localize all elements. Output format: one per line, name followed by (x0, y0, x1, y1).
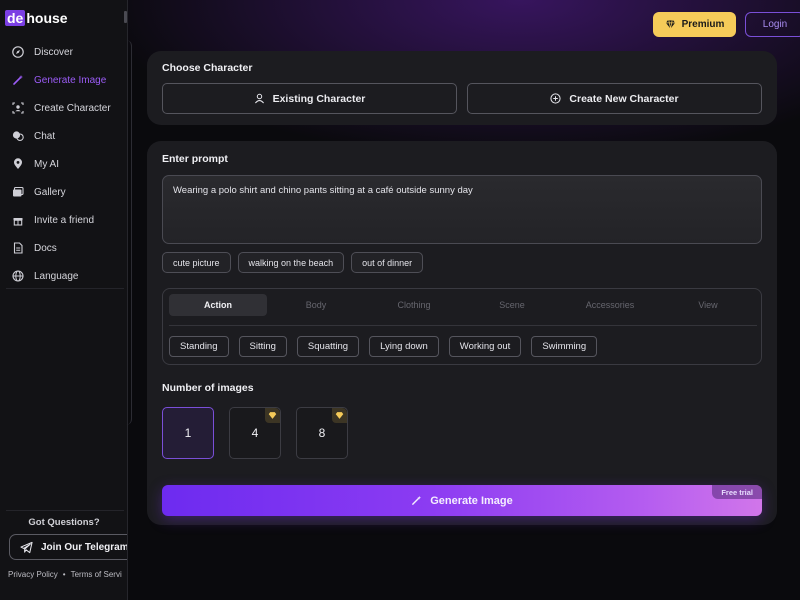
num-images-value: 8 (318, 426, 326, 440)
num-images-value: 4 (251, 426, 259, 440)
user-frame-icon (11, 102, 24, 115)
login-button[interactable]: Login (745, 12, 800, 37)
tab-action[interactable]: Action (169, 294, 267, 316)
prompt-card: Enter prompt Wearing a polo shirt and ch… (147, 141, 777, 525)
sidebar-item-label: Invite a friend (34, 214, 95, 226)
sidebar-item-generate-image[interactable]: Generate Image (0, 66, 127, 94)
diamond-icon (268, 412, 277, 419)
pose-option[interactable]: Standing (169, 336, 229, 357)
tab-scene[interactable]: Scene (463, 294, 561, 316)
num-images-option-4[interactable]: 4 (229, 407, 281, 459)
sidebar-panel-edge (126, 40, 132, 425)
sidebar-item-label: Discover (34, 46, 73, 58)
sidebar-item-label: Create Character (34, 102, 111, 114)
suggestion-chip[interactable]: walking on the beach (237, 252, 345, 273)
globe-icon (11, 270, 24, 283)
user-icon (254, 93, 264, 104)
sidebar-item-my-ai[interactable]: My AI (0, 150, 127, 178)
magic-wand-icon (412, 495, 422, 505)
sidebar-item-gallery[interactable]: Gallery (0, 178, 127, 206)
premium-label: Premium (681, 19, 725, 30)
pose-option[interactable]: Working out (448, 336, 522, 357)
create-new-character-button[interactable]: Create New Character (467, 83, 762, 114)
existing-character-label: Existing Character (272, 92, 366, 105)
pose-option[interactable]: Squatting (296, 336, 360, 357)
sidebar-item-language[interactable]: Language (0, 262, 127, 290)
diamond-icon (335, 412, 344, 419)
telegram-label: Join Our Telegram (41, 541, 128, 553)
num-images-option-1[interactable]: 1 (162, 407, 214, 459)
tab-accessories[interactable]: Accessories (561, 294, 659, 316)
sidebar-collapse-handle[interactable] (124, 11, 127, 23)
sidebar-item-label: Gallery (34, 186, 66, 198)
free-trial-badge: Free trial (712, 485, 762, 499)
pose-option[interactable]: Lying down (369, 336, 439, 357)
compass-icon (11, 46, 24, 59)
sidebar-item-invite[interactable]: Invite a friend (0, 206, 127, 234)
tab-clothing[interactable]: Clothing (365, 294, 463, 316)
sidebar-item-chat[interactable]: Chat (0, 122, 127, 150)
choose-character-title: Choose Character (162, 62, 253, 74)
legal-separator: • (62, 570, 66, 579)
pose-tabs: Action Body Clothing Scene Accessories V… (169, 294, 757, 316)
sidebar-item-label: Docs (34, 242, 57, 254)
premium-button[interactable]: Premium (653, 12, 736, 37)
sidebar-divider (6, 288, 124, 289)
sidebar-item-discover[interactable]: Discover (0, 38, 127, 66)
chat-bubbles-icon (11, 130, 24, 143)
number-of-images-title: Number of images (162, 382, 254, 394)
pose-option[interactable]: Sitting (238, 336, 287, 357)
enter-prompt-title: Enter prompt (162, 153, 228, 165)
tab-view[interactable]: View (659, 294, 757, 316)
sidebar-footer-divider (6, 510, 124, 511)
gallery-icon (11, 186, 24, 199)
join-telegram-button[interactable]: Join Our Telegram (9, 534, 128, 560)
generate-image-button[interactable]: Generate Image Free trial (162, 485, 762, 516)
sidebar-nav: Discover Generate Image Create Character… (0, 38, 127, 290)
num-images-option-8[interactable]: 8 (296, 407, 348, 459)
sidebar-item-label: Chat (34, 130, 56, 142)
premium-gem-badge (332, 408, 347, 423)
logo-de: de (5, 10, 26, 26)
create-new-character-label: Create New Character (569, 92, 679, 105)
legal-links: Privacy Policy • Terms of Servi (8, 570, 127, 579)
choose-character-card: Choose Character Existing Character Crea… (147, 51, 777, 125)
action-options: Standing Sitting Squatting Lying down Wo… (169, 336, 607, 357)
magic-wand-icon (11, 74, 24, 87)
sidebar-item-docs[interactable]: Docs (0, 234, 127, 262)
tabs-divider (169, 325, 757, 326)
terms-of-service-link[interactable]: Terms of Servi (71, 570, 122, 579)
privacy-policy-link[interactable]: Privacy Policy (8, 570, 58, 579)
prompt-input[interactable]: Wearing a polo shirt and chino pants sit… (162, 175, 762, 244)
sidebar-item-label: Language (34, 270, 79, 282)
plus-circle-icon (550, 93, 562, 104)
map-pin-icon (11, 158, 24, 171)
gift-icon (11, 214, 24, 227)
document-icon (11, 242, 24, 255)
sidebar: de house Discover Generate Image Create … (0, 0, 128, 600)
prompt-suggestions: cute picture walking on the beach out of… (162, 252, 430, 273)
suggestion-chip[interactable]: out of dinner (351, 252, 424, 273)
existing-character-button[interactable]: Existing Character (162, 83, 457, 114)
diamond-icon (665, 20, 675, 29)
logo-house: house (26, 10, 68, 26)
sidebar-item-create-character[interactable]: Create Character (0, 94, 127, 122)
got-questions-label: Got Questions? (28, 517, 100, 528)
sidebar-item-label: Generate Image (34, 74, 107, 86)
generate-image-label: Generate Image (430, 494, 513, 507)
pose-option[interactable]: Swimming (531, 336, 598, 357)
suggestion-chip[interactable]: cute picture (162, 252, 231, 273)
tab-body[interactable]: Body (267, 294, 365, 316)
sidebar-item-label: My AI (34, 158, 60, 170)
logo[interactable]: de house (5, 9, 68, 27)
telegram-icon (20, 541, 33, 553)
premium-gem-badge (265, 408, 280, 423)
pose-options-panel: Action Body Clothing Scene Accessories V… (162, 288, 762, 365)
